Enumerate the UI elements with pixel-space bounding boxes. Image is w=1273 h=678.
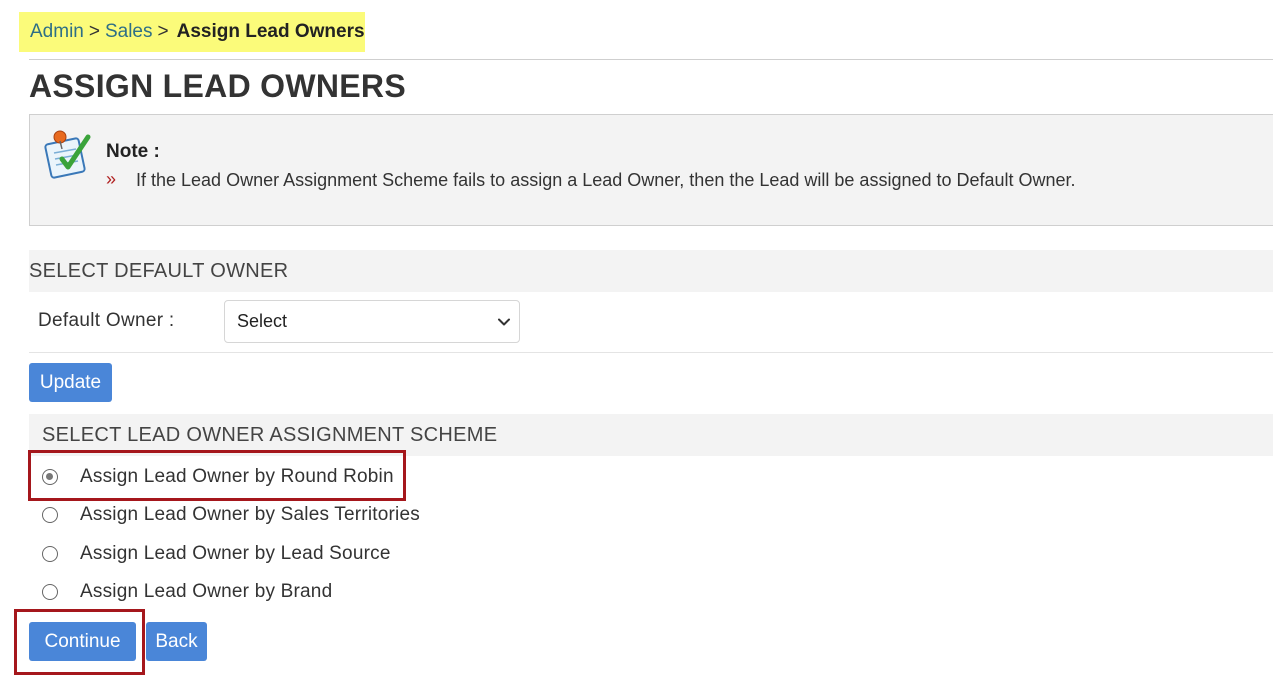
breadcrumb-separator: > xyxy=(157,21,169,42)
note-box: Note : » If the Lead Owner Assignment Sc… xyxy=(29,114,1273,226)
update-button[interactable]: Update xyxy=(29,363,112,402)
radio-button[interactable] xyxy=(42,546,58,562)
breadcrumb-separator: > xyxy=(88,21,100,42)
radio-button[interactable] xyxy=(42,584,58,600)
scheme-option-label: Assign Lead Owner by Sales Territories xyxy=(80,504,420,525)
scheme-option-label: Assign Lead Owner by Brand xyxy=(80,581,333,602)
scheme-option-label: Assign Lead Owner by Round Robin xyxy=(80,466,394,487)
breadcrumb-link-admin[interactable]: Admin xyxy=(30,21,84,43)
scheme-option-label: Assign Lead Owner by Lead Source xyxy=(80,543,391,564)
default-owner-section-heading: SELECT DEFAULT OWNER xyxy=(29,250,1273,292)
scheme-section-heading: SELECT LEAD OWNER ASSIGNMENT SCHEME xyxy=(29,414,1273,456)
divider xyxy=(29,59,1273,60)
radio-button[interactable] xyxy=(42,507,58,523)
scheme-option-brand[interactable]: Assign Lead Owner by Brand xyxy=(42,578,332,606)
scheme-option-sales-territories[interactable]: Assign Lead Owner by Sales Territories xyxy=(42,501,420,529)
scheme-option-lead-source[interactable]: Assign Lead Owner by Lead Source xyxy=(42,540,391,568)
scheme-option-round-robin[interactable]: Assign Lead Owner by Round Robin xyxy=(42,463,394,491)
radio-button-checked[interactable] xyxy=(42,469,58,485)
default-owner-select[interactable]: Select xyxy=(224,300,520,343)
notepad-pin-icon xyxy=(44,130,91,179)
continue-button[interactable]: Continue xyxy=(29,622,136,661)
default-owner-label: Default Owner : xyxy=(38,310,175,331)
note-text: If the Lead Owner Assignment Scheme fail… xyxy=(136,170,1076,190)
breadcrumb-link-sales[interactable]: Sales xyxy=(105,21,153,43)
default-owner-select-value: Select xyxy=(237,311,288,331)
chevron-down-icon xyxy=(498,318,510,326)
note-title: Note : xyxy=(106,141,160,162)
default-owner-row: Default Owner : Select xyxy=(29,292,1273,353)
note-bullet: » xyxy=(106,169,117,189)
page-title: ASSIGN LEAD OWNERS xyxy=(29,68,406,104)
breadcrumb-current: Assign Lead Owners xyxy=(176,21,365,42)
breadcrumb: Admin > Sales > Assign Lead Owners xyxy=(19,12,365,52)
back-button[interactable]: Back xyxy=(146,622,207,661)
